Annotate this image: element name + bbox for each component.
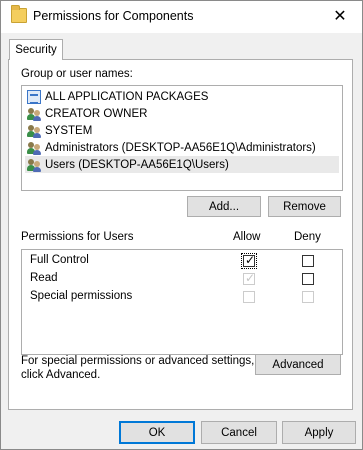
title-bar[interactable]: Permissions for Components ✕	[1, 1, 362, 33]
list-item[interactable]: ALL APPLICATION PACKAGES	[25, 88, 339, 105]
folder-icon	[11, 5, 27, 23]
users-icon	[27, 141, 41, 155]
permission-row-special: Special permissions	[30, 289, 330, 306]
list-item-label: ALL APPLICATION PACKAGES	[45, 90, 209, 103]
window-title: Permissions for Components	[33, 9, 194, 23]
cancel-button[interactable]: Cancel	[201, 421, 277, 444]
permissions-label: Permissions for Users	[21, 231, 134, 243]
list-item[interactable]: Administrators (DESKTOP-AA56E1Q\Administ…	[25, 139, 339, 156]
advanced-hint-line1: For special permissions or advanced sett…	[21, 355, 255, 367]
advanced-hint-line2: click Advanced.	[21, 369, 101, 381]
security-panel: Group or user names: ALL APPLICATION PAC…	[8, 59, 353, 410]
permission-name: Read	[30, 272, 58, 284]
deny-full-control-checkbox[interactable]	[302, 255, 314, 267]
list-item-label: Users (DESKTOP-AA56E1Q\Users)	[45, 158, 229, 171]
apply-button[interactable]: Apply	[282, 421, 356, 444]
close-button[interactable]: ✕	[318, 1, 362, 31]
permissions-header: Permissions for Users Allow Deny	[21, 231, 341, 247]
allow-full-control-checkbox[interactable]	[241, 253, 257, 269]
advanced-hint: For special permissions or advanced sett…	[21, 354, 254, 382]
deny-special-checkbox	[302, 291, 314, 303]
list-item-selected[interactable]: Users (DESKTOP-AA56E1Q\Users)	[25, 156, 339, 173]
permission-name: Special permissions	[30, 290, 133, 302]
add-button[interactable]: Add...	[187, 196, 261, 217]
deny-column-header: Deny	[294, 231, 321, 243]
users-icon	[27, 124, 41, 138]
permissions-list: Full Control Read Special permissions	[21, 249, 343, 355]
group-list-label: Group or user names:	[21, 68, 133, 80]
tab-security[interactable]: Security	[9, 39, 63, 60]
deny-read-checkbox[interactable]	[302, 273, 314, 285]
group-user-list[interactable]: ALL APPLICATION PACKAGES CREATOR OWNER S…	[21, 85, 343, 191]
app-packages-icon	[27, 89, 41, 104]
users-icon	[27, 107, 41, 121]
remove-button[interactable]: Remove	[268, 196, 341, 217]
list-item-label: SYSTEM	[45, 124, 93, 137]
users-icon	[27, 158, 41, 172]
list-item[interactable]: SYSTEM	[25, 122, 339, 139]
list-item[interactable]: CREATOR OWNER	[25, 105, 339, 122]
permissions-dialog: Permissions for Components ✕ Security Gr…	[0, 0, 363, 450]
list-item-label: CREATOR OWNER	[45, 107, 148, 120]
allow-special-checkbox	[243, 291, 255, 303]
permission-name: Full Control	[30, 254, 89, 266]
allow-read-checkbox	[243, 271, 255, 285]
permission-row-full-control: Full Control	[30, 253, 330, 270]
allow-column-header: Allow	[233, 231, 261, 243]
list-item-label: Administrators (DESKTOP-AA56E1Q\Administ…	[45, 141, 316, 154]
ok-button[interactable]: OK	[119, 421, 195, 444]
permission-row-read: Read	[30, 271, 330, 288]
advanced-button[interactable]: Advanced	[255, 354, 341, 375]
